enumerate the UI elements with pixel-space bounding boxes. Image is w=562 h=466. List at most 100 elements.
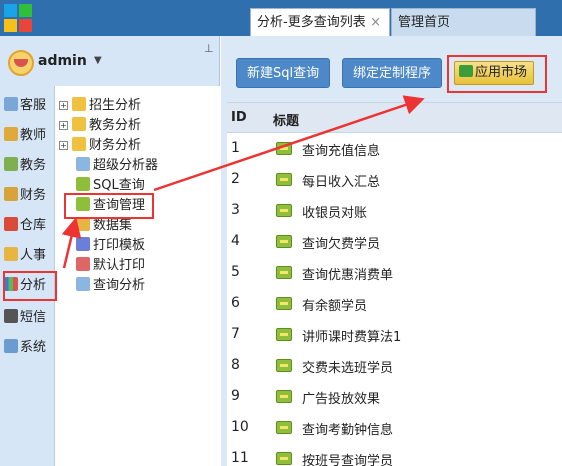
sidebar-item-hr[interactable]: 人事 — [4, 244, 46, 268]
sidebar-item-teacher[interactable]: 教师 — [4, 124, 46, 148]
sidebar-item-academic[interactable]: 教务 — [4, 154, 46, 178]
sql-icon — [76, 177, 90, 191]
query-icon — [276, 452, 292, 465]
expand-icon[interactable]: + — [59, 121, 68, 130]
row-id: 2 — [231, 171, 240, 187]
row-title[interactable]: 交费未选班学员 — [302, 357, 393, 376]
sidebar-item-label: 人事 — [20, 248, 47, 263]
query-grid: ID 标题 1 查询充值信息 2 每日收入汇总 3 收银员对账 4 查询欠费学员 5 查询优惠消费… — [227, 102, 562, 466]
row-title[interactable]: 收银员对账 — [302, 202, 367, 221]
search-icon — [72, 137, 86, 151]
tree-item-enrollment-analysis[interactable]: + 招生分析 — [59, 96, 141, 116]
search-icon — [76, 157, 90, 171]
left-panel: admin ▼ ⊥ 客服 教师 教务 财务 仓库 人事 分析 短信 系统 + 招… — [0, 36, 220, 466]
sidebar-item-label: 教师 — [20, 128, 47, 143]
table-row[interactable]: 9 广告投放效果 — [227, 381, 562, 412]
system-icon — [4, 339, 18, 353]
row-title[interactable]: 查询考勤钟信息 — [302, 419, 393, 438]
table-row[interactable]: 5 查询优惠消费单 — [227, 257, 562, 288]
row-id: 4 — [231, 233, 240, 249]
search-icon — [72, 97, 86, 111]
query-icon — [276, 421, 292, 434]
table-row[interactable]: 2 每日收入汇总 — [227, 164, 562, 195]
grid-header: ID 标题 — [227, 103, 562, 133]
row-id: 3 — [231, 202, 240, 218]
tree-item-academic-analysis[interactable]: + 教务分析 — [59, 116, 141, 136]
table-row[interactable]: 4 查询欠费学员 — [227, 226, 562, 257]
sidebar-item-warehouse[interactable]: 仓库 — [4, 214, 46, 238]
row-title[interactable]: 查询充值信息 — [302, 140, 380, 159]
row-title[interactable]: 每日收入汇总 — [302, 171, 380, 190]
pin-icon[interactable]: ⊥ — [204, 42, 214, 55]
row-id: 6 — [231, 295, 240, 311]
column-header-id[interactable]: ID — [231, 110, 247, 125]
tree-item-super-analyzer[interactable]: 超级分析器 — [76, 156, 158, 176]
table-row[interactable]: 10 查询考勤钟信息 — [227, 412, 562, 443]
query-icon — [276, 142, 292, 155]
sidebar-item-finance[interactable]: 财务 — [4, 184, 46, 208]
row-title[interactable]: 按班号查询学员 — [302, 450, 393, 466]
expand-icon[interactable]: + — [59, 141, 68, 150]
close-icon[interactable]: × — [370, 9, 381, 37]
tree-item-dataset[interactable]: 数据集 — [76, 216, 132, 236]
tree-item-label: 教务分析 — [89, 118, 142, 133]
row-id: 8 — [231, 357, 240, 373]
row-title[interactable]: 查询优惠消费单 — [302, 264, 393, 283]
app-logo-icon — [4, 4, 32, 32]
tab-admin-home[interactable]: 管理首页 — [391, 8, 536, 36]
highlight-box-app-market — [447, 55, 547, 93]
row-title[interactable]: 有余额学员 — [302, 295, 367, 314]
xml-icon — [76, 217, 90, 231]
top-bar: 分析-更多查询列表 × 管理首页 — [0, 0, 562, 36]
main-content: 新建Sql查询 绑定定制程序 应用市场 ID 标题 1 查询充值信息 2 每日收入汇总… — [221, 36, 562, 466]
sidebar-item-label: 客服 — [20, 98, 47, 113]
username[interactable]: admin — [38, 53, 87, 69]
sidebar-item-label: 短信 — [20, 310, 47, 325]
print-template-icon — [76, 237, 90, 251]
tree-item-finance-analysis[interactable]: + 财务分析 — [59, 136, 141, 156]
hr-icon — [4, 247, 18, 261]
new-sql-query-button[interactable]: 新建Sql查询 — [236, 58, 331, 88]
query-icon — [276, 266, 292, 279]
row-title[interactable]: 讲师课时费算法1 — [302, 326, 401, 345]
table-row[interactable]: 3 收银员对账 — [227, 195, 562, 226]
sidebar-item-system[interactable]: 系统 — [4, 336, 46, 360]
column-header-title[interactable]: 标题 — [273, 110, 299, 129]
table-row[interactable]: 7 讲师课时费算法1 — [227, 319, 562, 350]
table-row[interactable]: 6 有余额学员 — [227, 288, 562, 319]
tab-label: 管理首页 — [398, 15, 451, 30]
chevron-down-icon[interactable]: ▼ — [94, 55, 102, 66]
tab-label: 分析-更多查询列表 — [257, 15, 366, 30]
academic-icon — [4, 157, 18, 171]
table-row[interactable]: 11 按班号查询学员 — [227, 443, 562, 466]
tree-item-label: 数据集 — [93, 218, 133, 233]
headset-icon — [4, 97, 18, 111]
printer-icon — [76, 257, 90, 271]
tree-item-default-print[interactable]: 默认打印 — [76, 256, 145, 276]
avatar[interactable] — [8, 50, 34, 76]
row-id: 5 — [231, 264, 240, 280]
sidebar-item-label: 系统 — [20, 340, 47, 355]
tree-item-label: 默认打印 — [93, 258, 146, 273]
tree-item-print-template[interactable]: 打印模板 — [76, 236, 145, 256]
bind-custom-program-button[interactable]: 绑定定制程序 — [342, 58, 443, 88]
table-row[interactable]: 1 查询充值信息 — [227, 133, 562, 164]
row-id: 11 — [231, 450, 249, 466]
tab-analysis-query-list[interactable]: 分析-更多查询列表 × — [250, 8, 390, 36]
table-row[interactable]: 8 交费未选班学员 — [227, 350, 562, 381]
sidebar-item-sms[interactable]: 短信 — [4, 306, 46, 330]
tree-item-label: 招生分析 — [89, 98, 142, 113]
tree-item-query-analysis[interactable]: 查询分析 — [76, 276, 145, 296]
sidebar-item-label: 仓库 — [20, 218, 47, 233]
row-title[interactable]: 查询欠费学员 — [302, 233, 380, 252]
row-id: 9 — [231, 388, 240, 404]
tree-item-label: 查询分析 — [93, 278, 146, 293]
row-id: 1 — [231, 140, 240, 156]
row-id: 7 — [231, 326, 240, 342]
search-icon — [76, 277, 90, 291]
query-icon — [276, 173, 292, 186]
expand-icon[interactable]: + — [59, 101, 68, 110]
sidebar-item-customer-service[interactable]: 客服 — [4, 94, 46, 118]
row-title[interactable]: 广告投放效果 — [302, 388, 380, 407]
query-icon — [276, 297, 292, 310]
